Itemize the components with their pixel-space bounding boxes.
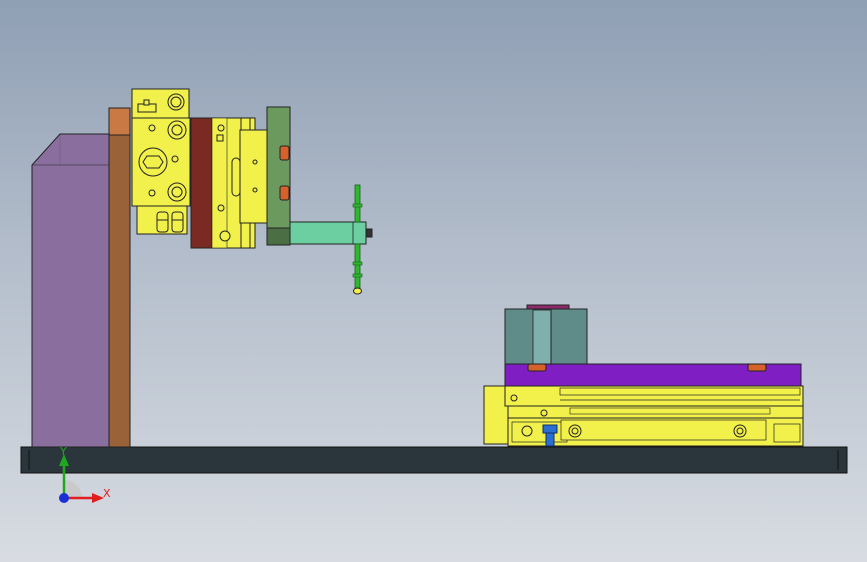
red-plate — [190, 117, 213, 249]
triad-x-label: X — [103, 487, 111, 500]
base-plate — [20, 446, 848, 474]
slide-base — [483, 385, 804, 447]
triad-icon — [59, 454, 104, 503]
cad-viewport[interactable]: Y X — [0, 0, 867, 562]
triad-y-label: Y — [60, 445, 67, 458]
purple-slide-plate — [504, 363, 802, 387]
head-block — [131, 88, 191, 235]
probe-arm — [289, 221, 373, 245]
column-bar — [108, 133, 131, 448]
clamp-block — [504, 304, 588, 365]
view-triad[interactable]: Y X — [48, 442, 112, 512]
green-bracket — [266, 106, 291, 246]
assembly-side-view — [20, 88, 848, 474]
left-column — [31, 133, 111, 448]
slide-block — [211, 117, 268, 249]
